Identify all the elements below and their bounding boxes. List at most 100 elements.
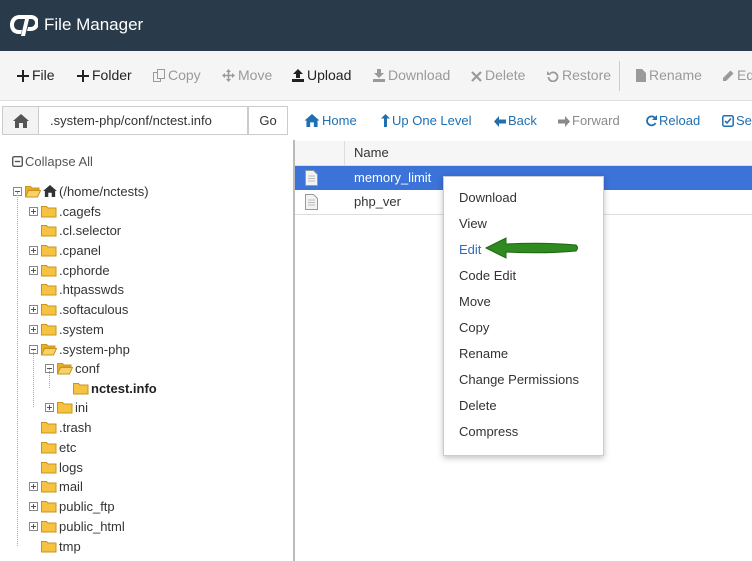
home-link[interactable]: Home: [304, 106, 357, 135]
context-menu: Download View Edit Code Edit Move Copy Rename C…: [443, 176, 604, 456]
tree-item-label: tmp: [59, 539, 81, 554]
edit-label: Edi: [737, 67, 752, 83]
tree-item[interactable]: .softaculous: [29, 300, 128, 320]
new-folder-button[interactable]: Folder: [77, 51, 132, 100]
tree-item-label: public_ftp: [59, 499, 115, 514]
folder-icon: [41, 462, 57, 474]
tree-item[interactable]: .cpanel: [29, 241, 101, 261]
home-link-label: Home: [322, 113, 357, 128]
plus-icon: [17, 70, 29, 82]
tree-item[interactable]: .system: [29, 320, 104, 340]
path-input[interactable]: [39, 106, 248, 135]
delete-button[interactable]: Delete: [471, 51, 525, 100]
undo-icon: [547, 71, 559, 83]
move-icon: [222, 69, 235, 82]
expand-icon[interactable]: [29, 325, 38, 334]
tree-item-label: .cpanel: [59, 243, 101, 258]
select-all-label: Se: [736, 113, 752, 128]
tree-item-label: nctest.info: [91, 381, 157, 396]
home-directory-button[interactable]: [2, 106, 39, 135]
go-button[interactable]: Go: [248, 106, 288, 135]
tree-guide-line: [33, 350, 34, 407]
download-button[interactable]: Download: [373, 51, 450, 100]
tree-item[interactable]: .htpasswds: [29, 280, 124, 300]
tree-item-label: logs: [59, 460, 83, 475]
tree-item-label: .system-php: [59, 342, 130, 357]
tree-item[interactable]: .cl.selector: [29, 221, 121, 241]
icon-column-header[interactable]: [295, 141, 345, 165]
tree-item[interactable]: nctest.info: [61, 379, 157, 399]
context-menu-item-change-permissions[interactable]: Change Permissions: [459, 367, 579, 393]
new-file-label: File: [32, 67, 55, 83]
tree-guide-line: [17, 192, 18, 546]
rename-button[interactable]: Rename: [636, 51, 702, 100]
tree-item[interactable]: logs: [29, 458, 83, 478]
tree-item[interactable]: public_html: [29, 517, 125, 537]
forward-link[interactable]: Forward: [558, 106, 620, 135]
expand-icon[interactable]: [29, 305, 38, 314]
folder-open-icon: [57, 363, 73, 375]
up-one-level-link[interactable]: Up One Level: [381, 106, 472, 135]
file-name: php_ver: [354, 194, 401, 209]
copy-button[interactable]: Copy: [153, 51, 201, 100]
expand-icon[interactable]: [45, 403, 54, 412]
context-menu-item-delete[interactable]: Delete: [459, 393, 497, 419]
tree-item[interactable]: etc: [29, 438, 76, 458]
green-arrow-icon: [484, 237, 578, 259]
plus-icon: [77, 70, 89, 82]
context-menu-item-copy[interactable]: Copy: [459, 315, 489, 341]
tree-item[interactable]: .trash: [29, 418, 92, 438]
folder-icon: [41, 442, 57, 454]
tree-item[interactable]: tmp: [29, 537, 81, 557]
expand-icon[interactable]: [29, 246, 38, 255]
upload-button[interactable]: Upload: [292, 51, 351, 100]
rename-label: Rename: [649, 67, 702, 83]
folder-icon: [41, 541, 57, 553]
tree-item-label: conf: [75, 361, 100, 376]
toolbar-divider: [619, 61, 620, 91]
tree-item-label: .htpasswds: [59, 282, 125, 297]
context-menu-item-download[interactable]: Download: [459, 185, 517, 211]
tree-item[interactable]: .cagefs: [29, 202, 101, 222]
context-menu-item-rename[interactable]: Rename: [459, 341, 508, 367]
move-button[interactable]: Move: [222, 51, 272, 100]
expand-icon[interactable]: [29, 502, 38, 511]
back-link[interactable]: Back: [494, 106, 537, 135]
expand-icon[interactable]: [29, 207, 38, 216]
folder-icon: [41, 304, 57, 316]
select-all-link[interactable]: Se: [722, 106, 752, 135]
edit-button[interactable]: Edi: [722, 51, 752, 100]
reload-link[interactable]: Reload: [645, 106, 700, 135]
folder-open-icon: [41, 344, 57, 356]
tree-root[interactable]: (/home/nctests): [13, 182, 149, 202]
collapse-all-button[interactable]: Collapse All: [11, 154, 93, 169]
expand-icon[interactable]: [29, 482, 38, 491]
times-icon: [471, 71, 482, 82]
tree-item-label: (/home/nctests): [59, 184, 149, 199]
restore-button[interactable]: Restore: [547, 51, 611, 100]
tree-item[interactable]: public_ftp: [29, 497, 115, 517]
context-menu-item-move[interactable]: Move: [459, 289, 491, 315]
tree-item[interactable]: ini: [45, 398, 88, 418]
forward-label: Forward: [572, 113, 620, 128]
restore-label: Restore: [562, 67, 612, 83]
new-file-button[interactable]: File: [17, 51, 55, 100]
folder-icon: [41, 206, 57, 218]
move-label: Move: [238, 67, 273, 83]
tree-item[interactable]: .cphorde: [29, 261, 110, 281]
tree-item-label: public_html: [59, 519, 125, 534]
tree-item[interactable]: mail: [29, 477, 83, 497]
expand-icon[interactable]: [29, 522, 38, 531]
context-menu-item-compress[interactable]: Compress: [459, 419, 518, 445]
app-header: File Manager: [0, 0, 752, 51]
tree-item[interactable]: .system-php: [29, 340, 130, 360]
tree-item-label: .cl.selector: [59, 223, 122, 238]
context-menu-item-view[interactable]: View: [459, 211, 487, 237]
folder-icon: [41, 225, 57, 237]
expand-icon[interactable]: [29, 266, 38, 275]
context-menu-item-code-edit[interactable]: Code Edit: [459, 263, 516, 289]
tree-item-label: ini: [75, 400, 89, 415]
name-column-header[interactable]: Name: [354, 145, 389, 160]
tree-item[interactable]: conf: [45, 359, 100, 379]
context-menu-item-edit[interactable]: Edit: [459, 237, 481, 263]
